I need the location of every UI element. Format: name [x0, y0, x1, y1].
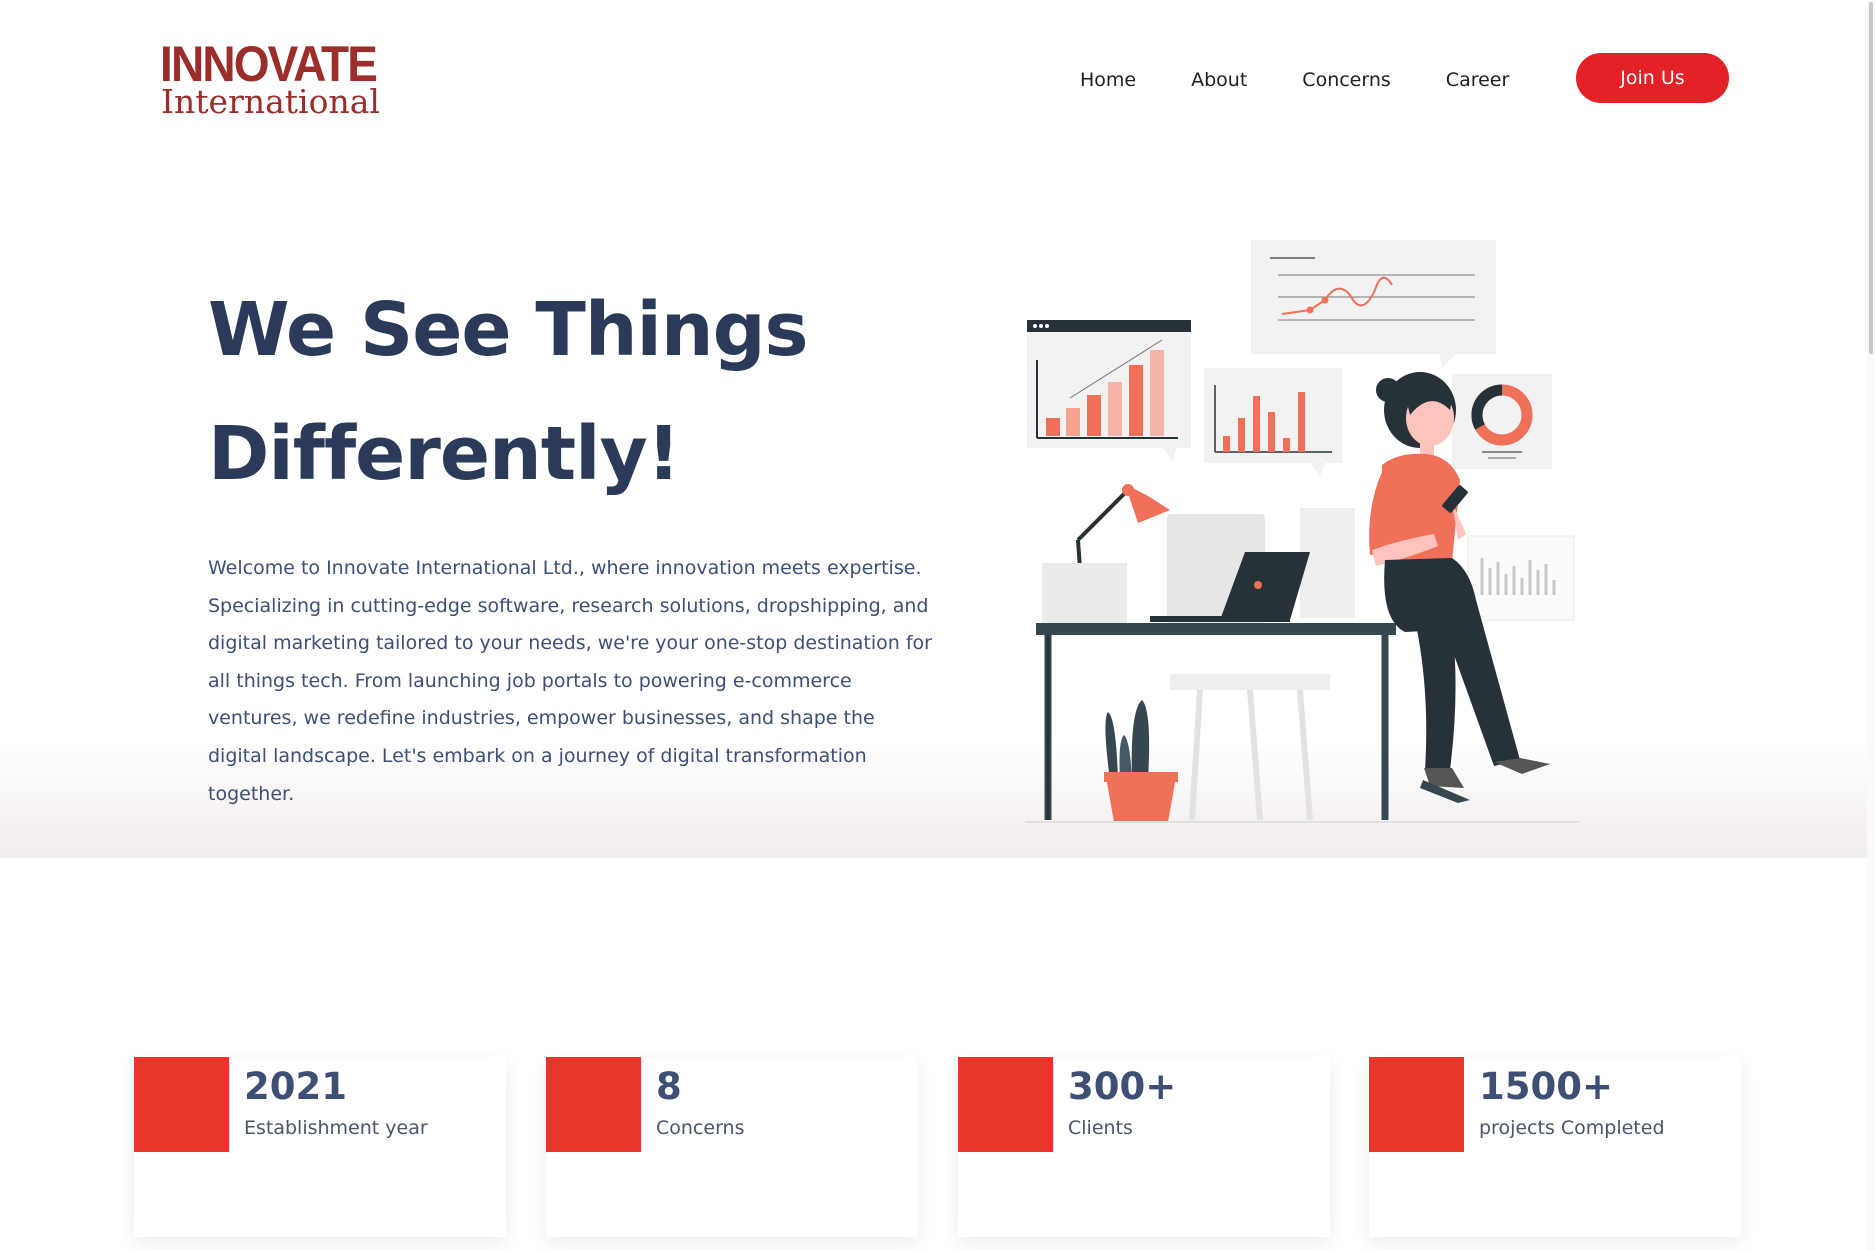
stat-card: 2021 Establishment year [134, 1057, 506, 1237]
stat-card: 300+ Clients [958, 1057, 1330, 1237]
stat-icon-square [134, 1057, 229, 1152]
stat-card: 8 Concerns [546, 1057, 918, 1237]
woman-at-desk-with-charts-illustration [1025, 240, 1580, 823]
hero-section: We See Things Differently! Welcome to In… [0, 160, 1875, 858]
nav-career-link[interactable]: Career [1446, 69, 1510, 91]
stat-icon-square [1369, 1057, 1464, 1152]
logo[interactable]: INNOVATE International [160, 36, 400, 122]
hero-title-line-1: We See Things [208, 287, 809, 373]
stat-value: 300+ [1068, 1065, 1177, 1108]
stat-value: 2021 [244, 1065, 347, 1108]
stat-value: 1500+ [1479, 1065, 1613, 1108]
logo-subtitle: International [161, 82, 380, 121]
nav-concerns-link[interactable]: Concerns [1302, 69, 1391, 91]
stat-label: projects Completed [1479, 1117, 1665, 1139]
stats-section: 2021 Establishment year 8 Concerns 300+ … [0, 858, 1875, 1250]
page: INNOVATE International Home About Concer… [0, 0, 1875, 1250]
stat-value: 8 [656, 1065, 682, 1108]
scrollbar-thumb[interactable] [1869, 2, 1873, 354]
main-nav: Home About Concerns Career [1080, 60, 1564, 100]
stat-icon-square [958, 1057, 1053, 1152]
stat-label: Concerns [656, 1117, 745, 1139]
hero-title: We See Things Differently! [208, 268, 968, 516]
site-header: INNOVATE International Home About Concer… [0, 0, 1875, 160]
nav-home-link[interactable]: Home [1080, 69, 1136, 91]
nav-about-link[interactable]: About [1191, 69, 1247, 91]
hero-description: Welcome to Innovate International Ltd., … [208, 557, 932, 805]
hero-title-line-2: Differently! [208, 411, 680, 497]
stat-card: 1500+ projects Completed [1369, 1057, 1741, 1237]
stat-icon-square [546, 1057, 641, 1152]
stat-label: Establishment year [244, 1117, 428, 1139]
join-us-button[interactable]: Join Us [1576, 53, 1729, 103]
page-scrollbar[interactable] [1867, 0, 1875, 1250]
stat-label: Clients [1068, 1117, 1133, 1139]
